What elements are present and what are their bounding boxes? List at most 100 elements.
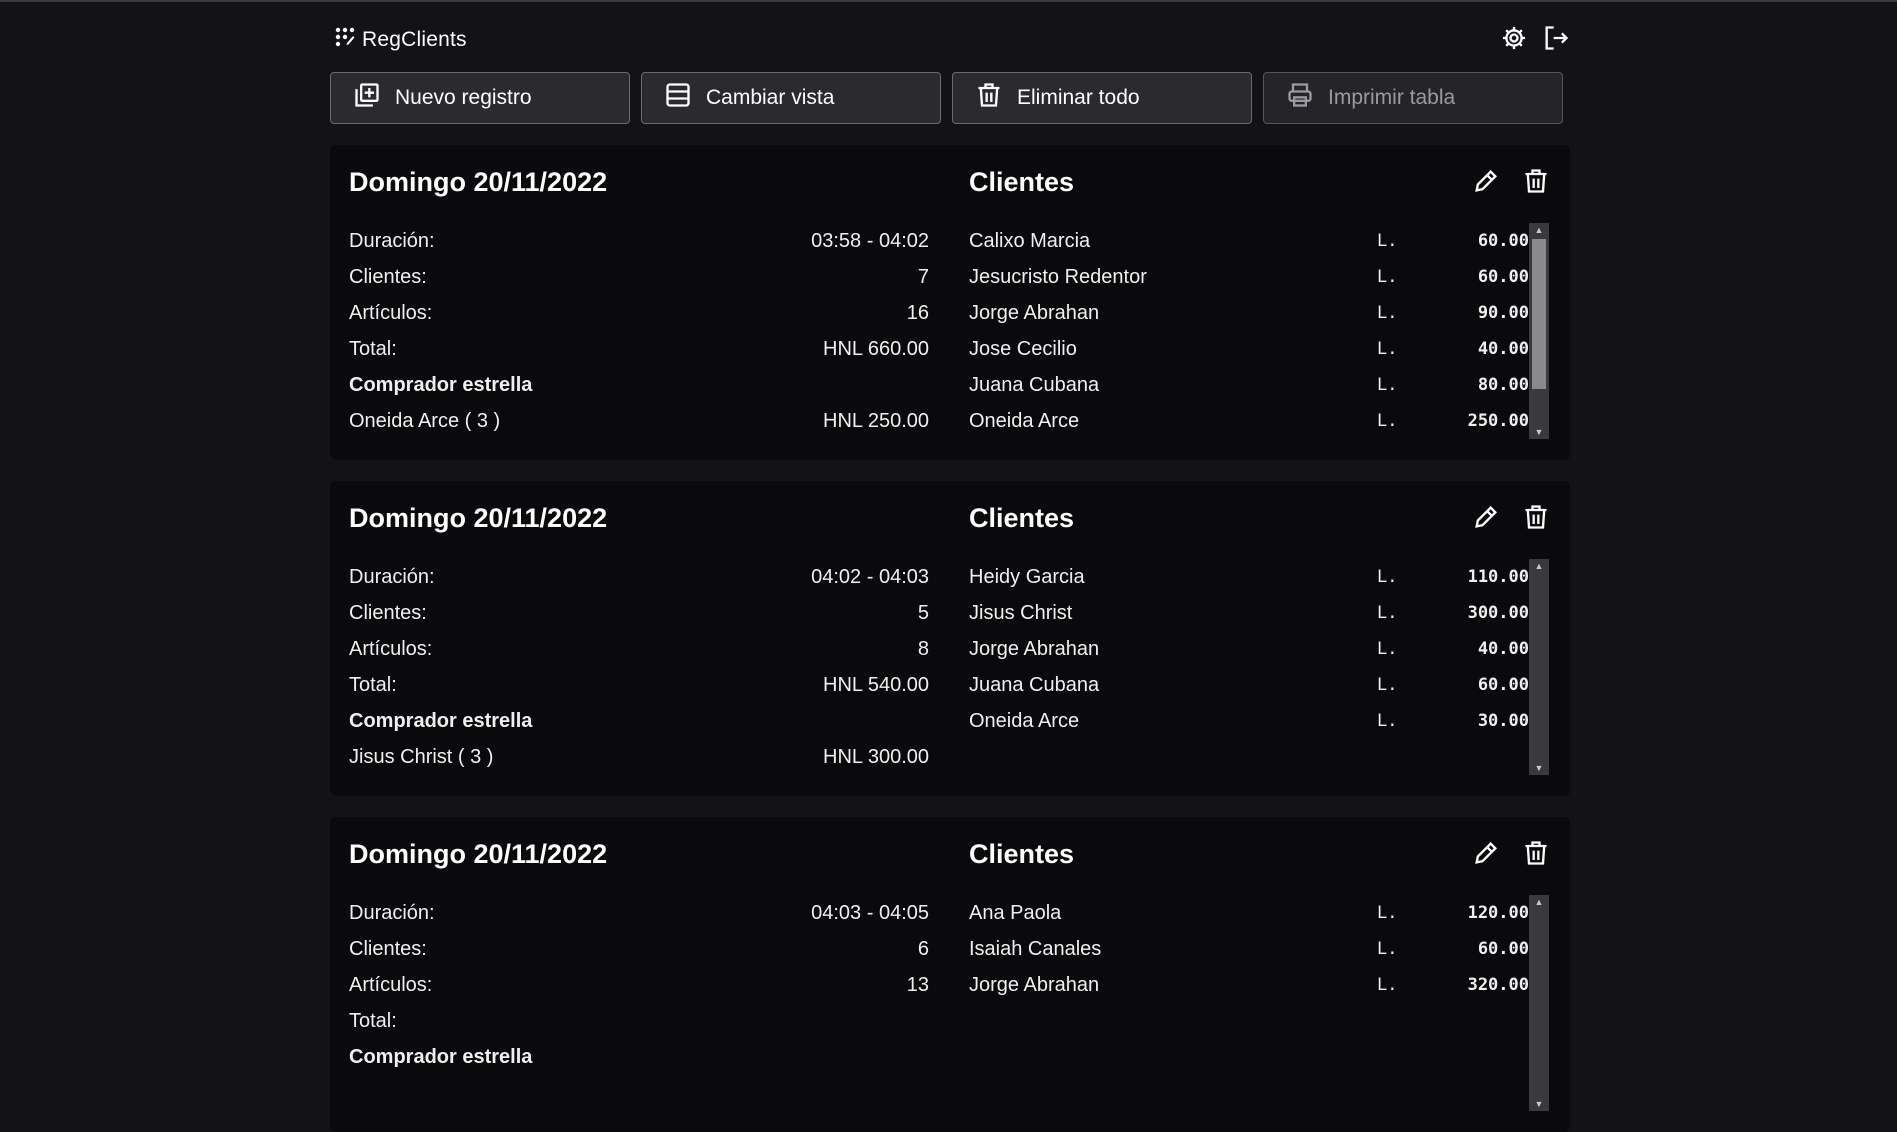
edit-icon[interactable] (1472, 167, 1500, 195)
total-value: HNL 660.00 (823, 338, 929, 360)
duration-label: Duración: (349, 902, 435, 924)
record-card: Domingo 20/11/2022 Clientes Duración: 03:… (330, 145, 1570, 460)
duration-value: 03:58 - 04:02 (811, 230, 929, 252)
duration-value: 04:02 - 04:03 (811, 566, 929, 588)
client-row: Isaiah Canales L. 60.00 (969, 931, 1529, 967)
printer-icon (1286, 81, 1314, 115)
client-name: Jorge Abrahan (969, 974, 1100, 996)
client-name: Oneida Arce (969, 710, 1080, 732)
scroll-up-arrow-icon[interactable]: ▲ (1529, 895, 1549, 909)
client-currency: L. (1377, 567, 1398, 587)
dots-logo-icon (334, 26, 356, 53)
client-currency: L. (1377, 231, 1398, 251)
clients-count-label: Clientes: (349, 602, 427, 624)
client-row: Heidy Garcia L. 110.00 (969, 559, 1529, 595)
scroll-up-arrow-icon[interactable]: ▲ (1529, 223, 1549, 237)
scroll-thumb[interactable] (1532, 239, 1546, 389)
articles-label: Artículos: (349, 638, 433, 660)
client-row: Juana Cubana L. 80.00 (969, 367, 1529, 403)
add-square-icon (353, 81, 381, 115)
star-buyer-heading-row: Comprador estrella (349, 1039, 929, 1075)
client-amount: 80.00 (1477, 375, 1529, 395)
client-currency: L. (1377, 939, 1398, 959)
client-row: Oneida Arce L. 30.00 (969, 703, 1529, 739)
articles-row: Artículos: 8 (349, 631, 929, 667)
client-row: Calixo Marcia L. 60.00 (969, 223, 1529, 259)
edit-icon[interactable] (1472, 839, 1500, 867)
client-amount: 300.00 (1467, 603, 1529, 623)
scroll-down-arrow-icon[interactable]: ▼ (1529, 425, 1549, 439)
new-record-label: Nuevo registro (395, 86, 532, 109)
client-amount: 60.00 (1477, 267, 1529, 287)
clients-scrollbar[interactable]: ▲ ▼ (1529, 223, 1549, 439)
delete-all-button[interactable]: Eliminar todo (952, 72, 1252, 124)
clients-count-row: Clientes: 5 (349, 595, 929, 631)
client-row: Jorge Abrahan L. 90.00 (969, 295, 1529, 331)
client-name: Jorge Abrahan (969, 302, 1100, 324)
clients-count-label: Clientes: (349, 266, 427, 288)
client-amount: 60.00 (1477, 231, 1529, 251)
trash-icon[interactable] (1522, 839, 1550, 867)
clients-list: Ana Paola L. 120.00 Isaiah Canales L. 60.00 Jo… (969, 895, 1529, 1111)
star-buyer-heading: Comprador estrella (349, 1046, 533, 1068)
client-name: Juana Cubana (969, 674, 1100, 696)
record-card: Domingo 20/11/2022 Clientes Duración: 04:… (330, 817, 1570, 1132)
logout-icon[interactable] (1542, 24, 1570, 52)
clients-list: Calixo Marcia L. 60.00 Jesucristo Redentor L… (969, 223, 1529, 439)
trash-icon (975, 81, 1003, 115)
edit-icon[interactable] (1472, 503, 1500, 531)
client-currency: L. (1377, 603, 1398, 623)
app-logo[interactable]: RegClients (334, 26, 467, 53)
star-buyer-name: Oneida Arce ( 3 ) (349, 410, 501, 432)
client-row: Jose Cecilio L. 40.00 (969, 331, 1529, 367)
star-buyer-row: Jisus Christ ( 3 ) HNL 300.00 (349, 739, 929, 775)
app-title: RegClients (362, 27, 467, 51)
record-card: Domingo 20/11/2022 Clientes Duración: 04:… (330, 481, 1570, 796)
print-table-button[interactable]: Imprimir tabla (1263, 72, 1563, 124)
gear-icon[interactable] (1500, 24, 1528, 52)
star-buyer-heading-row: Comprador estrella (349, 703, 929, 739)
change-view-label: Cambiar vista (706, 86, 835, 109)
top-bar: RegClients (330, 2, 1570, 72)
app-container: RegClients Nuevo registro Cambiar vista (330, 2, 1570, 1132)
scroll-up-arrow-icon[interactable]: ▲ (1529, 559, 1549, 573)
total-label: Total: (349, 1010, 397, 1032)
articles-row: Artículos: 16 (349, 295, 929, 331)
change-view-button[interactable]: Cambiar vista (641, 72, 941, 124)
clients-heading: Clientes (969, 167, 1075, 197)
client-name: Jisus Christ (969, 602, 1073, 624)
client-amount: 110.00 (1467, 567, 1529, 587)
client-name: Heidy Garcia (969, 566, 1085, 588)
client-currency: L. (1377, 339, 1398, 359)
client-name: Juana Cubana (969, 374, 1100, 396)
client-row: Jesucristo Redentor L. 60.00 (969, 259, 1529, 295)
print-table-label: Imprimir tabla (1328, 86, 1456, 109)
trash-icon[interactable] (1522, 167, 1550, 195)
clients-count-value: 5 (917, 602, 929, 624)
client-name: Jose Cecilio (969, 338, 1077, 360)
new-record-button[interactable]: Nuevo registro (330, 72, 630, 124)
client-name: Jorge Abrahan (969, 638, 1100, 660)
star-buyer-name: Jisus Christ ( 3 ) (349, 746, 494, 768)
articles-row: Artículos: 13 (349, 967, 929, 1003)
client-currency: L. (1377, 675, 1398, 695)
star-buyer-row: Oneida Arce ( 3 ) HNL 250.00 (349, 403, 929, 439)
articles-value: 13 (906, 974, 929, 996)
client-name: Isaiah Canales (969, 938, 1102, 960)
client-amount: 40.00 (1477, 639, 1529, 659)
duration-row: Duración: 03:58 - 04:02 (349, 223, 929, 259)
duration-label: Duración: (349, 566, 435, 588)
client-amount: 60.00 (1477, 939, 1529, 959)
record-date: Domingo 20/11/2022 (349, 839, 608, 869)
client-row: Ana Paola L. 120.00 (969, 895, 1529, 931)
clients-scrollbar[interactable]: ▲ ▼ (1529, 559, 1549, 775)
client-currency: L. (1377, 303, 1398, 323)
clients-scrollbar[interactable]: ▲ ▼ (1529, 895, 1549, 1111)
clients-count-label: Clientes: (349, 938, 427, 960)
articles-value: 16 (906, 302, 929, 324)
client-name: Ana Paola (969, 902, 1062, 924)
client-row: Oneida Arce L. 250.00 (969, 403, 1529, 439)
scroll-down-arrow-icon[interactable]: ▼ (1529, 1097, 1549, 1111)
trash-icon[interactable] (1522, 503, 1550, 531)
scroll-down-arrow-icon[interactable]: ▼ (1529, 761, 1549, 775)
